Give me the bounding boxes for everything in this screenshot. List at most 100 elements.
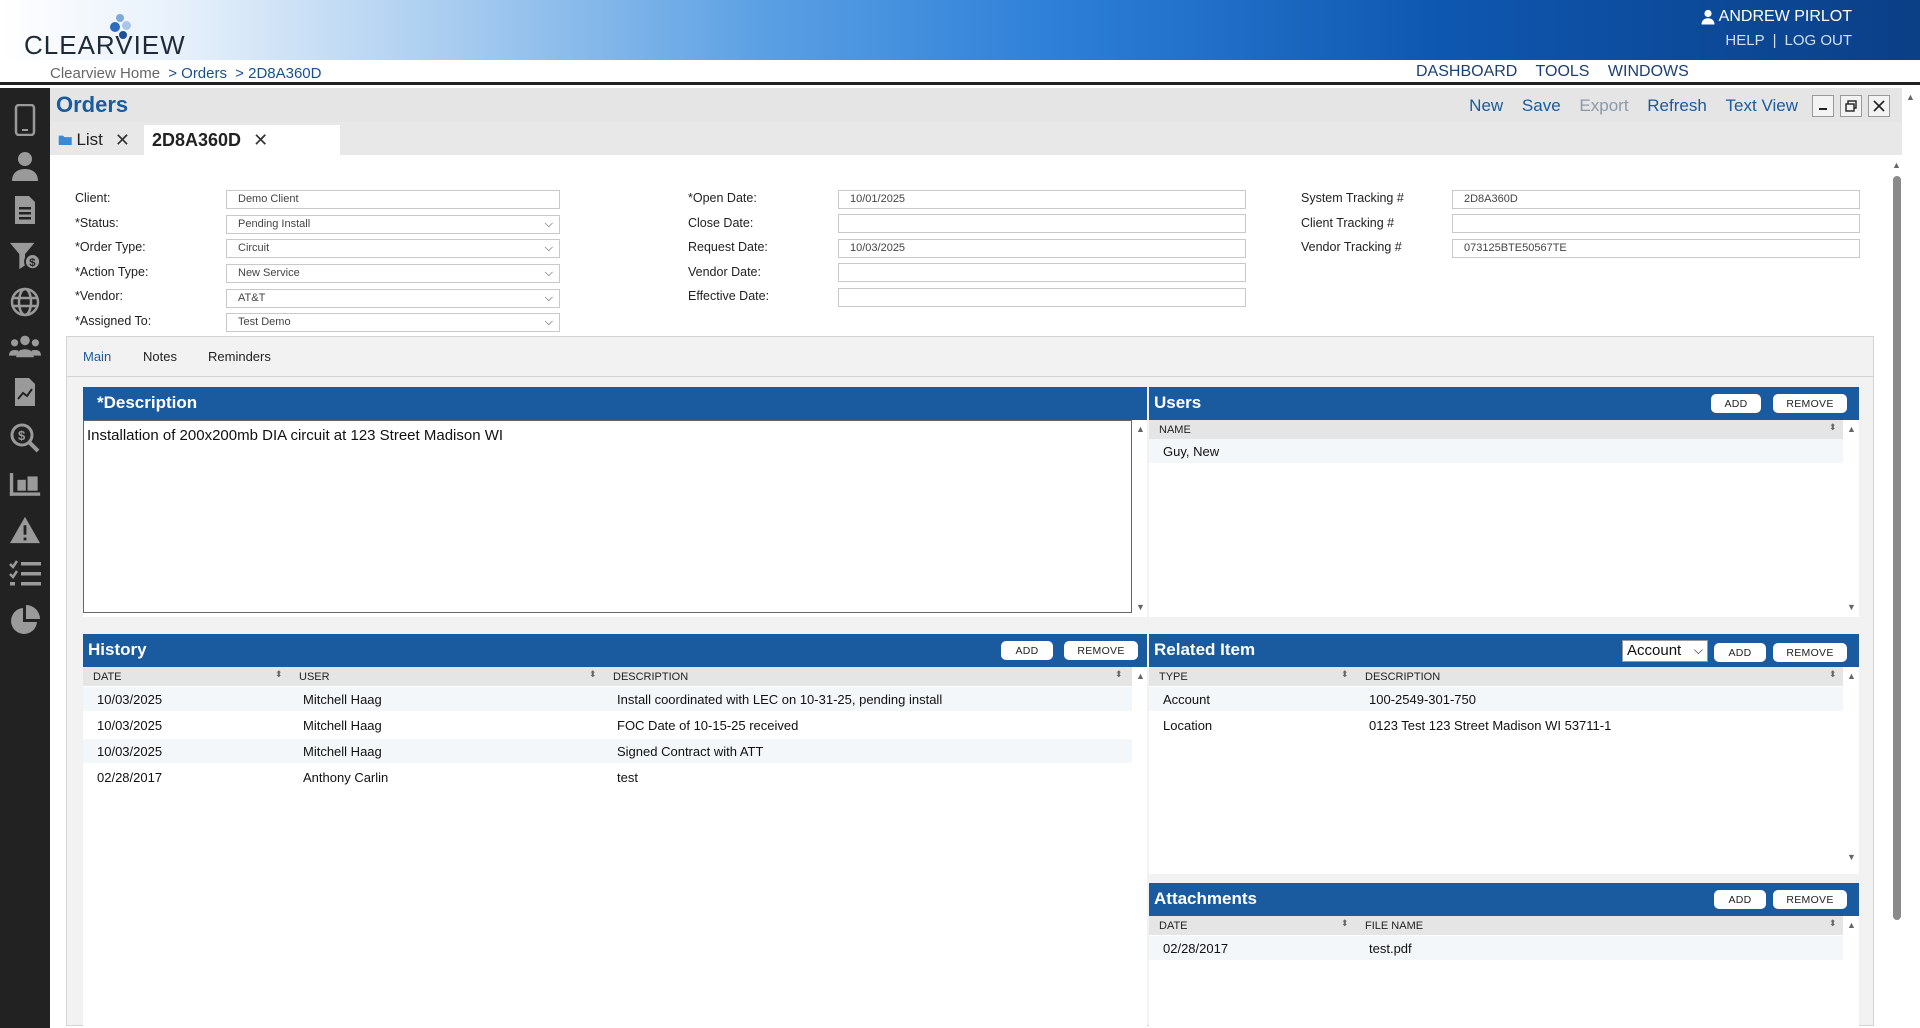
related-add-button[interactable]: ADD	[1714, 643, 1766, 662]
restore-button[interactable]	[1840, 95, 1862, 117]
col-description[interactable]: DESCRIPTION	[613, 671, 688, 683]
request-date-field[interactable]: 10/03/2025	[838, 239, 1246, 258]
scroll-up-icon[interactable]: ▲	[1847, 671, 1856, 681]
search-dollar-icon[interactable]: $	[9, 420, 41, 456]
table-row[interactable]: 10/03/2025 Mitchell Haag Signed Contract…	[83, 739, 1132, 763]
nav-dashboard[interactable]: DASHBOARD	[1416, 63, 1517, 80]
tab-list[interactable]: List ✕	[50, 125, 138, 155]
globe-icon[interactable]	[9, 284, 41, 320]
scroll-down-icon[interactable]: ▼	[1136, 602, 1145, 612]
attachments-add-button[interactable]: ADD	[1714, 890, 1766, 909]
user-icon[interactable]	[9, 148, 41, 184]
related-remove-button[interactable]: REMOVE	[1773, 643, 1847, 662]
sort-icon[interactable]: ⬍	[275, 669, 283, 680]
breadcrumb-orders[interactable]: > Orders	[168, 65, 227, 82]
table-row[interactable]: 10/03/2025 Mitchell Haag FOC Date of 10-…	[83, 713, 1132, 737]
table-row[interactable]: Location 0123 Test 123 Street Madison WI…	[1149, 713, 1843, 737]
description-textarea[interactable]: Installation of 200x200mb DIA circuit at…	[83, 420, 1132, 613]
scroll-down-icon[interactable]: ▼	[1847, 852, 1856, 862]
sort-icon[interactable]: ⬍	[1341, 669, 1349, 680]
table-row[interactable]: Guy, New	[1149, 439, 1843, 463]
history-add-button[interactable]: ADD	[1001, 641, 1053, 660]
page-scroll-up-icon[interactable]: ▲	[1906, 92, 1915, 102]
col-date[interactable]: DATE	[93, 671, 122, 683]
table-row[interactable]: 02/28/2017 test.pdf	[1149, 936, 1843, 960]
document-icon[interactable]	[9, 192, 41, 228]
scroll-up-icon[interactable]: ▲	[1847, 424, 1856, 434]
order-type-select[interactable]: Circuit ⌵	[226, 239, 560, 258]
col-user[interactable]: USER	[299, 671, 330, 683]
vendor-select[interactable]: AT&T ⌵	[226, 289, 560, 308]
table-row[interactable]: Account 100-2549-301-750	[1149, 687, 1843, 711]
subtab-reminders[interactable]: Reminders	[208, 349, 271, 364]
client-field[interactable]: Demo Client	[226, 190, 560, 209]
sort-icon[interactable]: ⬍	[1115, 669, 1123, 680]
close-tab-icon[interactable]: ✕	[253, 130, 268, 151]
scroll-up-icon[interactable]: ▲	[1136, 424, 1145, 434]
pie-chart-icon[interactable]	[9, 602, 41, 638]
minimize-button[interactable]	[1812, 95, 1834, 117]
history-remove-button[interactable]: REMOVE	[1064, 641, 1138, 660]
help-link[interactable]: HELP	[1725, 32, 1764, 49]
close-date-field[interactable]	[838, 214, 1246, 233]
save-button[interactable]: Save	[1522, 96, 1561, 115]
warning-icon[interactable]	[9, 512, 41, 548]
history-date-cell: 10/03/2025	[97, 692, 163, 707]
users-icon[interactable]	[9, 328, 41, 364]
vendor-date-field[interactable]	[838, 263, 1246, 282]
action-type-select[interactable]: New Service ⌵	[226, 264, 560, 283]
open-date-field[interactable]: 10/01/2025	[838, 190, 1246, 209]
scroll-up-icon[interactable]: ▲	[1136, 671, 1145, 681]
users-remove-button[interactable]: REMOVE	[1773, 394, 1847, 413]
funnel-dollar-icon[interactable]: $	[9, 238, 41, 274]
effective-date-field[interactable]	[838, 288, 1246, 307]
related-type-select[interactable]: Account ⌵	[1622, 640, 1708, 662]
client-tracking-field[interactable]	[1452, 214, 1860, 233]
panel-titlebar: Orders New Save Export Refresh Text View	[50, 88, 1902, 122]
attachments-remove-button[interactable]: REMOVE	[1773, 890, 1847, 909]
clearview-logo[interactable]: CLEARVIEW	[24, 14, 194, 60]
assigned-select[interactable]: Test Demo ⌵	[226, 313, 560, 332]
col-description[interactable]: DESCRIPTION	[1365, 671, 1440, 683]
warehouse-icon[interactable]	[9, 466, 41, 502]
text-view-button[interactable]: Text View	[1726, 96, 1798, 115]
vendor-tracking-field[interactable]: 073125BTE50567TE	[1452, 239, 1860, 258]
export-button[interactable]: Export	[1579, 96, 1628, 115]
subtab-main[interactable]: Main	[83, 349, 111, 364]
table-row[interactable]: 10/03/2025 Mitchell Haag Install coordin…	[83, 687, 1132, 711]
refresh-button[interactable]: Refresh	[1647, 96, 1707, 115]
nav-tools[interactable]: TOOLS	[1536, 63, 1590, 80]
scroll-up-icon[interactable]: ▲	[1847, 920, 1856, 930]
users-add-button[interactable]: ADD	[1711, 394, 1761, 413]
subtab-notes[interactable]: Notes	[143, 349, 177, 364]
sort-icon[interactable]: ⬍	[1829, 918, 1837, 929]
close-tab-icon[interactable]: ✕	[115, 130, 130, 151]
nav-windows[interactable]: WINDOWS	[1608, 63, 1689, 80]
col-file-name[interactable]: FILE NAME	[1365, 920, 1423, 932]
scroll-up-icon[interactable]: ▲	[1892, 160, 1901, 170]
system-tracking-field[interactable]: 2D8A360D	[1452, 190, 1860, 209]
sort-icon[interactable]: ⬍	[589, 669, 597, 680]
logout-link[interactable]: LOG OUT	[1784, 32, 1852, 49]
table-row[interactable]: 02/28/2017 Anthony Carlin test	[83, 765, 1132, 789]
panel-scrollbar[interactable]: ▲	[1890, 158, 1902, 938]
col-date[interactable]: DATE	[1159, 920, 1188, 932]
scroll-down-icon[interactable]: ▼	[1847, 602, 1856, 612]
report-icon[interactable]	[9, 374, 41, 410]
sort-icon[interactable]: ⬍	[1341, 918, 1349, 929]
checklist-icon[interactable]	[9, 556, 41, 592]
sort-icon[interactable]: ⬍	[1829, 669, 1837, 680]
user-menu[interactable]: ANDREW PIRLOT	[1701, 6, 1852, 28]
breadcrumb-home[interactable]: Clearview Home	[50, 65, 160, 82]
breadcrumb-order-id[interactable]: > 2D8A360D	[235, 65, 321, 82]
breadcrumb-bar: Clearview Home > Orders > 2D8A360D DASHB…	[0, 60, 1920, 85]
scrollbar-thumb[interactable]	[1893, 176, 1901, 920]
col-name[interactable]: NAME	[1159, 424, 1191, 436]
sort-icon[interactable]: ⬍	[1829, 422, 1837, 433]
new-button[interactable]: New	[1469, 96, 1503, 115]
col-type[interactable]: TYPE	[1159, 671, 1188, 683]
close-window-button[interactable]	[1868, 95, 1890, 117]
tab-order-detail[interactable]: 2D8A360D ✕	[144, 125, 340, 155]
phone-icon[interactable]	[9, 102, 41, 138]
status-select[interactable]: Pending Install ⌵	[226, 215, 560, 234]
